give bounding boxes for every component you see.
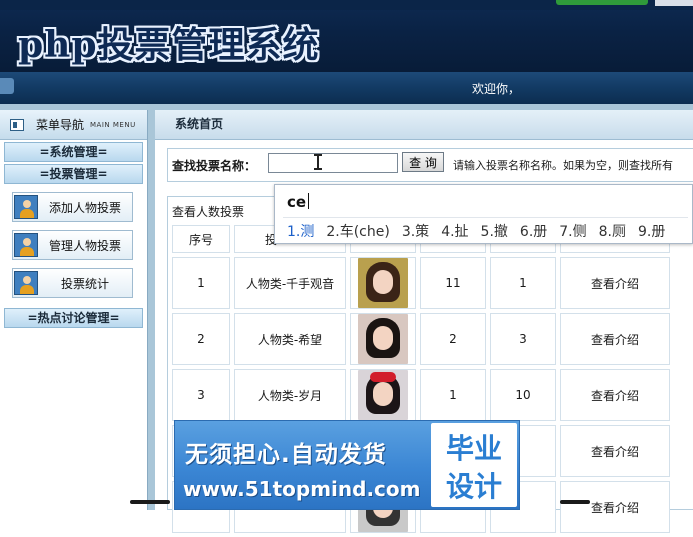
cell-action[interactable]: 查看介绍 — [560, 481, 670, 533]
app-header: php投票管理系统 — [0, 0, 693, 72]
text-cursor-icon — [314, 154, 322, 170]
user-icon — [14, 271, 38, 295]
cell-rank: 10 — [490, 369, 556, 421]
cell-count: 1 — [420, 369, 486, 421]
cell-photo — [350, 257, 416, 309]
ime-candidate-list: 1.测 2.车(che) 3.策 4.扯 5.撤 6.册 7.侧 8.厕 9.册 — [287, 221, 677, 241]
section-hot-topic-management[interactable]: =热点讨论管理= — [4, 308, 143, 328]
search-input[interactable] — [268, 153, 398, 173]
cell-name: 人物类-千手观音 — [234, 257, 346, 309]
table-row: 3 人物类-岁月 1 10 查看介绍 — [172, 369, 670, 421]
person-photo — [358, 258, 408, 308]
search-hint: 请输入投票名称名称。如果为空，则查找所有 — [453, 159, 673, 172]
user-icon — [14, 233, 38, 257]
ime-candidate[interactable]: 8.厕 — [599, 221, 626, 241]
sidebar-item-label: 添加人物投票 — [48, 200, 121, 215]
menu-icon — [10, 118, 24, 131]
ad-slogan: 无须担心.自动发货 — [185, 442, 387, 468]
cell-rank: 3 — [490, 313, 556, 365]
cell-photo — [350, 369, 416, 421]
section-vote-management[interactable]: =投票管理= — [4, 164, 143, 184]
scribble-mark — [560, 500, 590, 504]
sidebar-item-label: 管理人物投票 — [48, 238, 121, 253]
ime-candidate[interactable]: 5.撤 — [481, 221, 508, 241]
ime-composition: ce — [287, 193, 309, 211]
ime-candidate[interactable]: 7.侧 — [559, 221, 586, 241]
cell-action[interactable]: 查看介绍 — [560, 425, 670, 477]
ime-candidate[interactable]: 4.扯 — [441, 221, 468, 241]
person-photo — [358, 370, 408, 420]
search-bar: 查找投票名称： 查 询 请输入投票名称名称。如果为空，则查找所有 — [167, 148, 693, 182]
scribble-mark — [130, 500, 170, 504]
collapse-handle-icon[interactable] — [0, 78, 14, 94]
user-icon — [14, 195, 38, 219]
section-system-management[interactable]: =系统管理= — [4, 142, 143, 162]
ime-candidate[interactable]: 9.册 — [638, 221, 665, 241]
ad-url: www.51topmind.com — [183, 477, 421, 501]
search-button[interactable]: 查 询 — [402, 152, 444, 172]
cell-name: 人物类-希望 — [234, 313, 346, 365]
ad-banner[interactable]: 无须担心.自动发货 www.51topmind.com 毕业 设计 — [174, 420, 520, 510]
cell-action[interactable]: 查看介绍 — [560, 257, 670, 309]
ime-candidate[interactable]: 3.策 — [402, 221, 429, 241]
cell-no: 3 — [172, 369, 230, 421]
ime-candidate[interactable]: 1.测 — [287, 221, 314, 241]
ad-badge-line1: 毕业 — [445, 432, 502, 465]
sidebar-item-manage-vote[interactable]: 管理人物投票 — [12, 230, 133, 260]
ad-badge: 毕业 设计 — [431, 423, 517, 507]
ad-badge-line2: 设计 — [445, 470, 502, 503]
ime-divider — [283, 217, 688, 218]
welcome-bar: 欢迎你， — [0, 72, 693, 104]
table-row: 1 人物类-千手观音 11 1 查看介绍 — [172, 257, 670, 309]
ime-candidate[interactable]: 6.册 — [520, 221, 547, 241]
app-title: php投票管理系统 — [18, 24, 320, 66]
col-header-no: 序号 — [172, 225, 230, 253]
sidebar: 菜单导航 MAIN MENU =系统管理= =投票管理= 添加人物投票 管理人物… — [0, 110, 148, 510]
cell-rank: 1 — [490, 257, 556, 309]
table-row: 2 人物类-希望 2 3 查看介绍 — [172, 313, 670, 365]
ime-candidate[interactable]: 2.车(che) — [326, 221, 389, 241]
sidebar-item-add-vote[interactable]: 添加人物投票 — [12, 192, 133, 222]
search-label: 查找投票名称： — [172, 159, 257, 173]
cell-no: 1 — [172, 257, 230, 309]
welcome-text: 欢迎你， — [472, 82, 521, 96]
sidebar-title: 菜单导航 — [36, 118, 85, 132]
cell-count: 11 — [420, 257, 486, 309]
ime-candidate-window: ce 1.测 2.车(che) 3.策 4.扯 5.撤 6.册 7.侧 8.厕 9.册 — [274, 184, 693, 244]
sidebar-item-vote-stats[interactable]: 投票统计 — [12, 268, 133, 298]
table-caption: 查看人数投票 — [172, 205, 245, 219]
sidebar-item-label: 投票统计 — [60, 276, 109, 291]
header-green-button[interactable] — [556, 0, 648, 5]
cell-no: 2 — [172, 313, 230, 365]
cell-photo — [350, 313, 416, 365]
sidebar-header: 菜单导航 MAIN MENU — [0, 110, 147, 140]
sidebar-subtitle: MAIN MENU — [90, 120, 136, 129]
person-photo — [358, 314, 408, 364]
cell-action[interactable]: 查看介绍 — [560, 313, 670, 365]
cell-action[interactable]: 查看介绍 — [560, 369, 670, 421]
cell-name: 人物类-岁月 — [234, 369, 346, 421]
cell-count: 2 — [420, 313, 486, 365]
breadcrumb: 系统首页 — [155, 110, 693, 140]
header-top-right-box — [655, 0, 693, 6]
